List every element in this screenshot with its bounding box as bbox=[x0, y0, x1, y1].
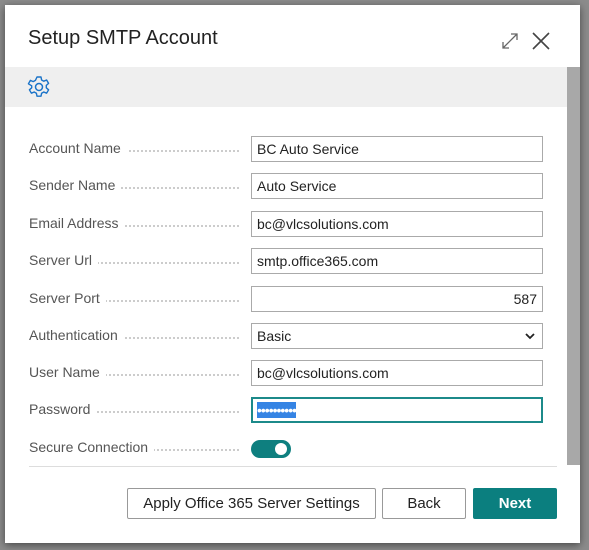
sender-name-row: Sender Name Auto Service bbox=[29, 173, 543, 199]
server-url-label: Server Url bbox=[29, 252, 99, 268]
chevron-down-icon bbox=[525, 333, 535, 340]
server-port-label: Server Port bbox=[29, 290, 106, 306]
server-port-row: Server Port 587 bbox=[29, 286, 543, 312]
server-url-input[interactable]: smtp.office365.com bbox=[251, 248, 543, 274]
dialog-title: Setup SMTP Account bbox=[28, 27, 218, 49]
sender-name-label: Sender Name bbox=[29, 177, 122, 193]
authentication-label: Authentication bbox=[29, 327, 124, 343]
password-input[interactable]: •••••••••• bbox=[251, 397, 543, 423]
secure-connection-row: Secure Connection bbox=[29, 435, 543, 461]
server-url-row: Server Url smtp.office365.com bbox=[29, 248, 543, 274]
divider bbox=[29, 466, 557, 467]
authentication-select[interactable]: Basic bbox=[251, 323, 543, 349]
apply-office365-settings-button[interactable]: Apply Office 365 Server Settings bbox=[127, 488, 376, 519]
next-button[interactable]: Next bbox=[473, 488, 557, 519]
account-name-row: Account Name BC Auto Service bbox=[29, 136, 543, 162]
password-label: Password bbox=[29, 401, 97, 417]
authentication-row: Authentication Basic bbox=[29, 323, 543, 349]
account-name-input[interactable]: BC Auto Service bbox=[251, 136, 543, 162]
gear-icon[interactable] bbox=[27, 75, 51, 99]
email-address-input[interactable]: bc@vlcsolutions.com bbox=[251, 211, 543, 237]
authentication-value: Basic bbox=[257, 328, 292, 344]
scrollbar[interactable] bbox=[567, 67, 580, 465]
sender-name-input[interactable]: Auto Service bbox=[251, 173, 543, 199]
email-address-label: Email Address bbox=[29, 215, 125, 231]
expand-icon[interactable] bbox=[501, 32, 519, 50]
close-icon[interactable] bbox=[531, 31, 551, 51]
back-button[interactable]: Back bbox=[382, 488, 466, 519]
user-name-row: User Name bc@vlcsolutions.com bbox=[29, 360, 543, 386]
account-name-label: Account Name bbox=[29, 140, 127, 156]
server-port-input[interactable]: 587 bbox=[251, 286, 543, 312]
password-value: •••••••••• bbox=[257, 402, 297, 418]
user-name-label: User Name bbox=[29, 364, 106, 380]
email-address-row: Email Address bc@vlcsolutions.com bbox=[29, 211, 543, 237]
setup-smtp-dialog: Setup SMTP Account Account Name BC Auto S… bbox=[5, 5, 580, 543]
secure-connection-label: Secure Connection bbox=[29, 439, 155, 455]
secure-connection-toggle[interactable] bbox=[251, 440, 291, 458]
action-bar bbox=[5, 67, 567, 107]
password-row: Password •••••••••• bbox=[29, 397, 543, 423]
user-name-input[interactable]: bc@vlcsolutions.com bbox=[251, 360, 543, 386]
